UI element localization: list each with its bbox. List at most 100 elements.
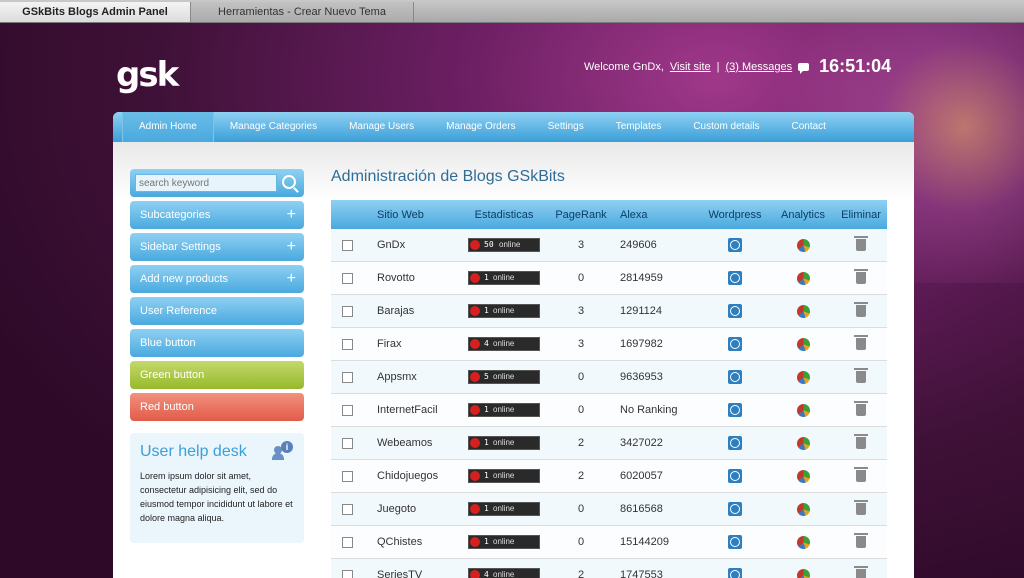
- sidebar-button-user-reference[interactable]: User Reference: [130, 297, 304, 325]
- nav-item-contact[interactable]: Contact: [775, 112, 841, 142]
- online-counter-widget[interactable]: 5 online: [468, 370, 540, 384]
- site-name[interactable]: InternetFacil: [361, 393, 458, 427]
- sidebar-button-sidebar-settings[interactable]: Sidebar Settings +: [130, 233, 304, 261]
- search-icon[interactable]: [282, 175, 296, 189]
- nav-item-manage-orders[interactable]: Manage Orders: [430, 112, 531, 142]
- tab-admin-panel[interactable]: GSkBits Blogs Admin Panel: [0, 2, 191, 22]
- trash-icon[interactable]: [854, 335, 868, 351]
- wordpress-icon[interactable]: [728, 337, 742, 351]
- row-checkbox[interactable]: [342, 239, 353, 251]
- column-header-estadisticas[interactable]: Estadisticas: [458, 200, 550, 229]
- row-checkbox[interactable]: [342, 338, 353, 350]
- search-input[interactable]: [135, 174, 277, 192]
- trash-icon[interactable]: [854, 236, 868, 252]
- row-checkbox[interactable]: [342, 305, 353, 317]
- site-name[interactable]: Appsmx: [361, 360, 458, 394]
- online-counter-widget[interactable]: 1 online: [468, 436, 540, 450]
- wordpress-icon[interactable]: [728, 370, 742, 384]
- wordpress-icon[interactable]: [728, 502, 742, 516]
- analytics-pie-icon[interactable]: [796, 370, 810, 384]
- sidebar-button-green-button[interactable]: Green button: [130, 361, 304, 389]
- site-name[interactable]: Firax: [361, 327, 458, 361]
- nav-item-admin-home[interactable]: Admin Home: [122, 112, 214, 142]
- table-row: QChistes 1 online 0 15144209: [331, 525, 887, 559]
- nav-item-custom-details[interactable]: Custom details: [677, 112, 775, 142]
- column-header-alexa[interactable]: Alexa: [612, 200, 699, 229]
- nav-item-settings[interactable]: Settings: [532, 112, 600, 142]
- nav-item-manage-categories[interactable]: Manage Categories: [214, 112, 333, 142]
- message-bubble-icon[interactable]: [798, 62, 810, 74]
- wordpress-icon[interactable]: [728, 238, 742, 252]
- wordpress-icon[interactable]: [728, 469, 742, 483]
- analytics-pie-icon[interactable]: [796, 304, 810, 318]
- analytics-pie-icon[interactable]: [796, 502, 810, 516]
- column-header-eliminar[interactable]: Eliminar: [835, 200, 887, 229]
- trash-icon[interactable]: [854, 302, 868, 318]
- site-name[interactable]: GnDx: [361, 229, 458, 262]
- online-counter-widget[interactable]: 1 online: [468, 469, 540, 483]
- online-counter-widget[interactable]: 4 online: [468, 337, 540, 351]
- plus-icon[interactable]: +: [287, 201, 296, 229]
- trash-icon[interactable]: [854, 368, 868, 384]
- column-header-sitio-web[interactable]: Sitio Web: [361, 200, 458, 229]
- online-counter-widget[interactable]: 1 online: [468, 502, 540, 516]
- nav-item-manage-users[interactable]: Manage Users: [333, 112, 430, 142]
- row-checkbox[interactable]: [342, 437, 353, 449]
- online-counter-widget[interactable]: 1 online: [468, 535, 540, 549]
- wordpress-icon[interactable]: [728, 271, 742, 285]
- messages-link[interactable]: (3) Messages: [726, 61, 793, 73]
- site-name[interactable]: Barajas: [361, 294, 458, 328]
- trash-icon[interactable]: [854, 467, 868, 483]
- site-name[interactable]: Webeamos: [361, 426, 458, 460]
- sidebar-button-red-button[interactable]: Red button: [130, 393, 304, 421]
- row-checkbox[interactable]: [342, 470, 353, 482]
- online-counter-widget[interactable]: 1 online: [468, 304, 540, 318]
- column-header-analytics[interactable]: Analytics: [771, 200, 835, 229]
- site-name[interactable]: QChistes: [361, 525, 458, 559]
- row-checkbox[interactable]: [342, 536, 353, 548]
- analytics-pie-icon[interactable]: [796, 535, 810, 549]
- analytics-pie-icon[interactable]: [796, 436, 810, 450]
- trash-icon[interactable]: [854, 500, 868, 516]
- analytics-pie-icon[interactable]: [796, 337, 810, 351]
- trash-icon[interactable]: [854, 434, 868, 450]
- sidebar-button-subcategories[interactable]: Subcategories +: [130, 201, 304, 229]
- site-name[interactable]: Juegoto: [361, 492, 458, 526]
- trash-icon[interactable]: [854, 269, 868, 285]
- tab-crear-tema[interactable]: Herramientas - Crear Nuevo Tema: [191, 2, 414, 22]
- plus-icon[interactable]: +: [287, 233, 296, 261]
- site-name[interactable]: Rovotto: [361, 261, 458, 295]
- sidebar-button-blue-button[interactable]: Blue button: [130, 329, 304, 357]
- online-counter-widget[interactable]: 1 online: [468, 403, 540, 417]
- nav-item-templates[interactable]: Templates: [600, 112, 678, 142]
- visit-site-link[interactable]: Visit site: [670, 61, 711, 73]
- analytics-pie-icon[interactable]: [796, 568, 810, 578]
- sidebar-button-add-new-products[interactable]: Add new products +: [130, 265, 304, 293]
- online-counter-widget[interactable]: 4 online: [468, 568, 540, 578]
- row-checkbox[interactable]: [342, 569, 353, 578]
- wordpress-icon[interactable]: [728, 304, 742, 318]
- row-checkbox[interactable]: [342, 371, 353, 383]
- column-header-wordpress[interactable]: Wordpress: [699, 200, 771, 229]
- analytics-pie-icon[interactable]: [796, 469, 810, 483]
- row-checkbox[interactable]: [342, 404, 353, 416]
- online-counter-widget[interactable]: 50 online: [468, 238, 540, 252]
- analytics-pie-icon[interactable]: [796, 271, 810, 285]
- wordpress-icon[interactable]: [728, 535, 742, 549]
- site-name[interactable]: SeriesTV: [361, 558, 458, 578]
- gsk-logo[interactable]: gsk: [116, 55, 179, 95]
- column-header-pagerank[interactable]: PageRank: [550, 200, 612, 229]
- trash-icon[interactable]: [854, 533, 868, 549]
- row-checkbox[interactable]: [342, 272, 353, 284]
- wordpress-icon[interactable]: [728, 403, 742, 417]
- wordpress-icon[interactable]: [728, 436, 742, 450]
- site-name[interactable]: Chidojuegos: [361, 459, 458, 493]
- online-counter-widget[interactable]: 1 online: [468, 271, 540, 285]
- analytics-pie-icon[interactable]: [796, 403, 810, 417]
- wordpress-icon[interactable]: [728, 568, 742, 578]
- trash-icon[interactable]: [854, 401, 868, 417]
- row-checkbox[interactable]: [342, 503, 353, 515]
- analytics-pie-icon[interactable]: [796, 238, 810, 252]
- trash-icon[interactable]: [854, 566, 868, 578]
- plus-icon[interactable]: +: [287, 265, 296, 293]
